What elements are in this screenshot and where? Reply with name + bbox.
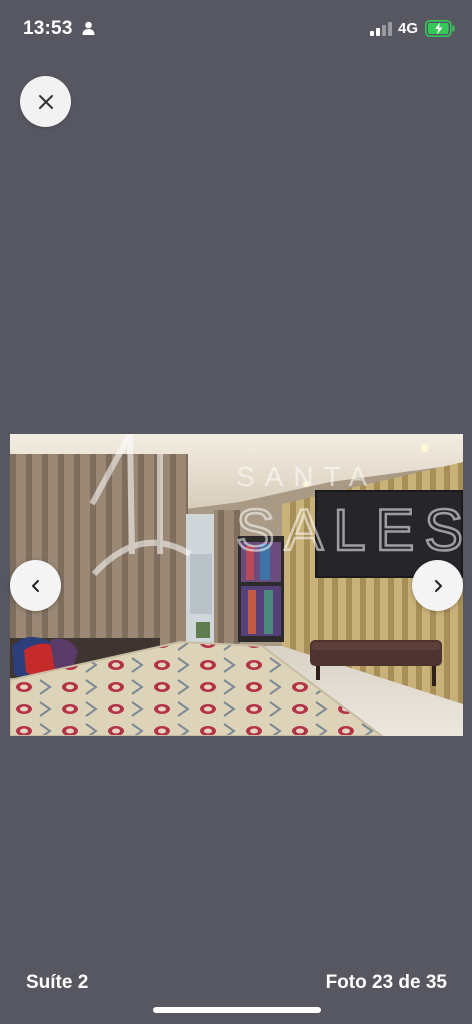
- status-time: 13:53: [23, 18, 73, 39]
- photo-caption: Suíte 2: [26, 972, 89, 993]
- photo-counter: Foto 23 de 35: [325, 972, 447, 993]
- chevron-right-icon: [434, 579, 442, 592]
- close-button[interactable]: [20, 76, 71, 127]
- previous-photo-button[interactable]: [10, 560, 61, 611]
- photo-viewer-screen: 13:53 4G SANTA SALES Suíte 2 Foto 23 de …: [0, 0, 472, 1024]
- next-photo-button[interactable]: [412, 560, 463, 611]
- watermark-line2: SALES: [236, 498, 463, 563]
- status-bar: 13:53 4G: [0, 0, 472, 58]
- network-label: 4G: [398, 20, 419, 37]
- watermark-line1: SANTA: [236, 461, 377, 492]
- close-icon: [38, 94, 53, 109]
- chevron-left-icon: [31, 579, 39, 592]
- person-icon: [82, 21, 95, 35]
- room-photo[interactable]: SANTA SALES: [10, 434, 463, 736]
- signal-icon: [370, 22, 392, 36]
- battery-charging-icon: [425, 20, 455, 37]
- home-indicator[interactable]: [153, 1007, 321, 1013]
